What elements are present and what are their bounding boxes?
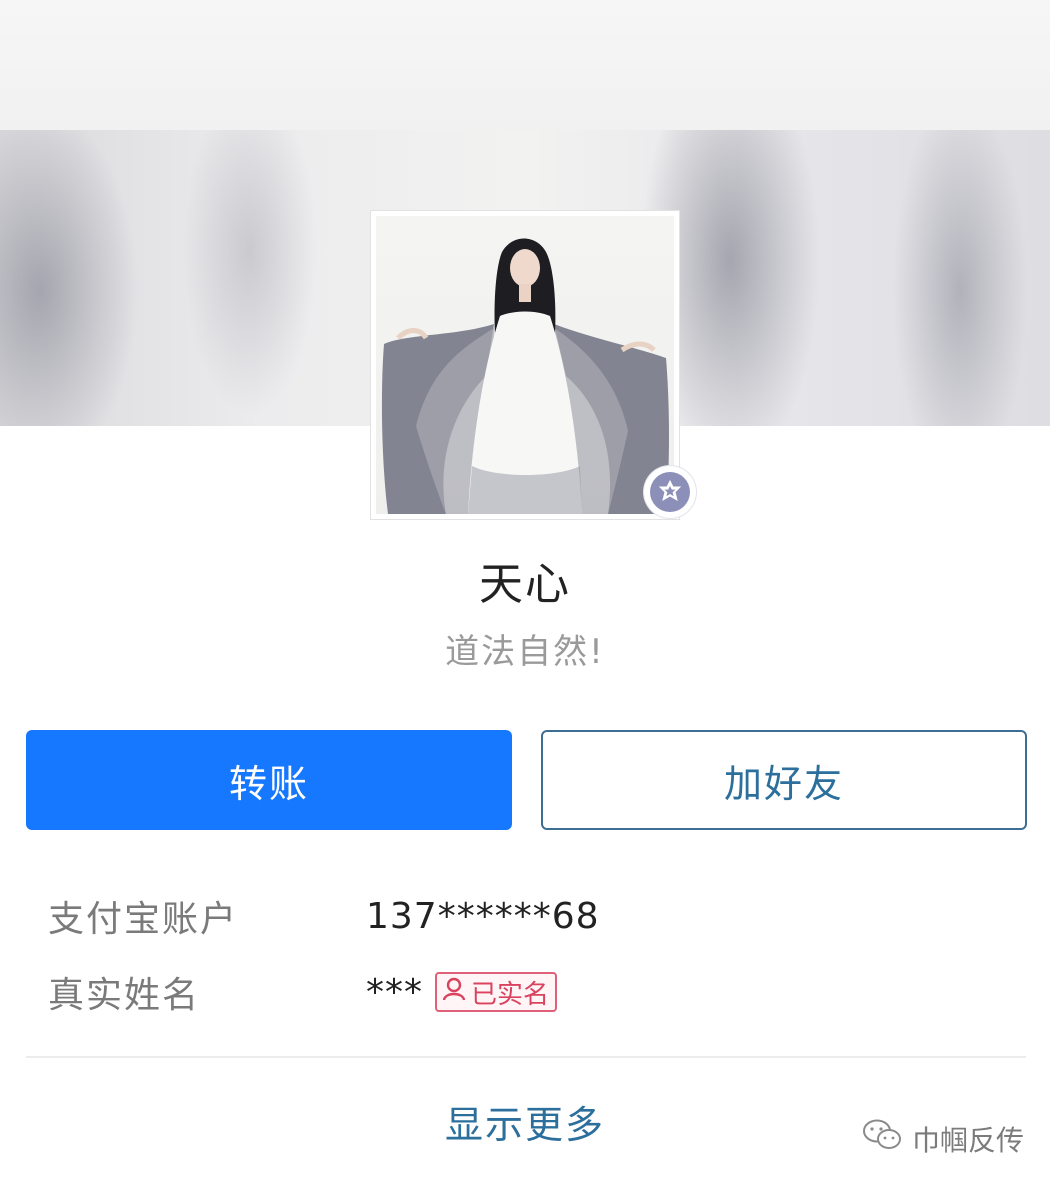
watermark: 巾帼反传 (862, 1118, 1024, 1159)
verified-badge (644, 466, 696, 518)
transfer-button[interactable]: 转账 (26, 730, 512, 830)
top-strip (0, 0, 1050, 130)
profile-name: 天心 (479, 559, 571, 610)
watermark-text: 巾帼反传 (912, 1123, 1025, 1157)
account-label: 支付宝账户 (48, 899, 239, 940)
realname-value: *** (366, 971, 423, 1013)
divider (26, 1056, 1026, 1058)
avatar-photo (381, 238, 669, 514)
avatar-frame[interactable] (370, 210, 680, 520)
realname-label: 真实姓名 (48, 975, 201, 1016)
user-verified-icon (441, 976, 467, 1009)
realname-row: 真实姓名 *** 已实名 (48, 962, 1008, 1022)
wechat-icon (862, 1118, 902, 1159)
account-row: 支付宝账户 137******68 (48, 886, 1008, 946)
account-value: 137******68 (366, 895, 600, 937)
add-friend-button[interactable]: 加好友 (541, 730, 1027, 830)
star-badge-icon (650, 472, 690, 512)
verified-label: 已实名 (471, 979, 550, 1010)
profile-signature: 道法自然! (445, 632, 605, 672)
realname-verified-tag: 已实名 (435, 972, 558, 1012)
avatar (376, 216, 674, 514)
